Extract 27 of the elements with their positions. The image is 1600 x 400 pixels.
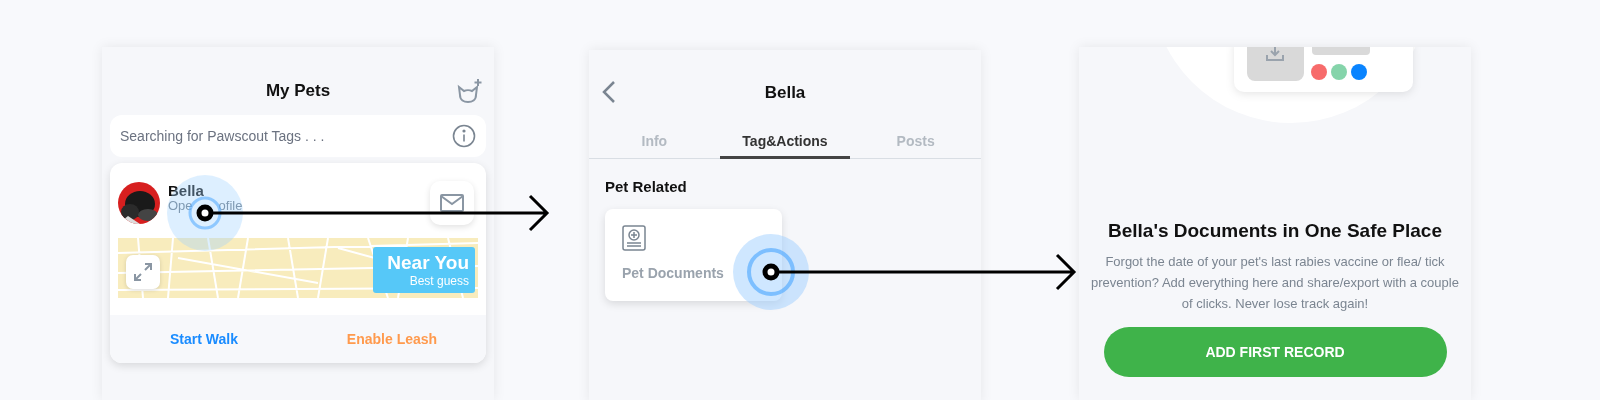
info-icon[interactable] — [452, 124, 476, 148]
profile-link[interactable]: Ope — [168, 197, 193, 213]
section-title: Pet Related — [605, 178, 688, 195]
documents-tile[interactable]: Pet Documents — [605, 209, 782, 301]
screen-title: Bella — [764, 83, 806, 103]
heading: Bella's Documents in One Safe Place — [1107, 220, 1443, 242]
profile-link[interactable]: ofile — [218, 197, 243, 213]
status-text: Searching for Pawscout Tags . . . — [120, 128, 325, 144]
chevron-left-icon — [601, 80, 617, 104]
download-icon — [1266, 47, 1284, 61]
expand-button[interactable] — [126, 255, 160, 289]
message-button[interactable] — [430, 180, 474, 225]
screen-title: My Pets — [265, 81, 331, 101]
badge-subtitle: Best guess — [409, 274, 469, 288]
pet-name: Bella — [168, 182, 205, 198]
action-link[interactable]: Start Walk — [110, 315, 298, 363]
badge-title: Near You — [387, 252, 469, 274]
action-link[interactable]: Enable Leash — [298, 315, 486, 363]
tab[interactable]: Tag&Actions — [719, 125, 851, 159]
mail-icon — [440, 193, 464, 212]
add-pet-icon[interactable] — [456, 78, 482, 104]
document-icon — [622, 225, 646, 251]
add-record-button[interactable]: ADD FIRST RECORD — [1103, 327, 1447, 377]
tab[interactable]: Posts — [850, 125, 981, 159]
description: Forgot the date of your pet's last rabies vaccine or flea/ tick prevention? Add everything here and share/export with a couple of clicks. Never lose track again! — [1091, 253, 1459, 313]
expand-icon — [133, 262, 153, 282]
tab[interactable]: Info — [589, 125, 720, 159]
